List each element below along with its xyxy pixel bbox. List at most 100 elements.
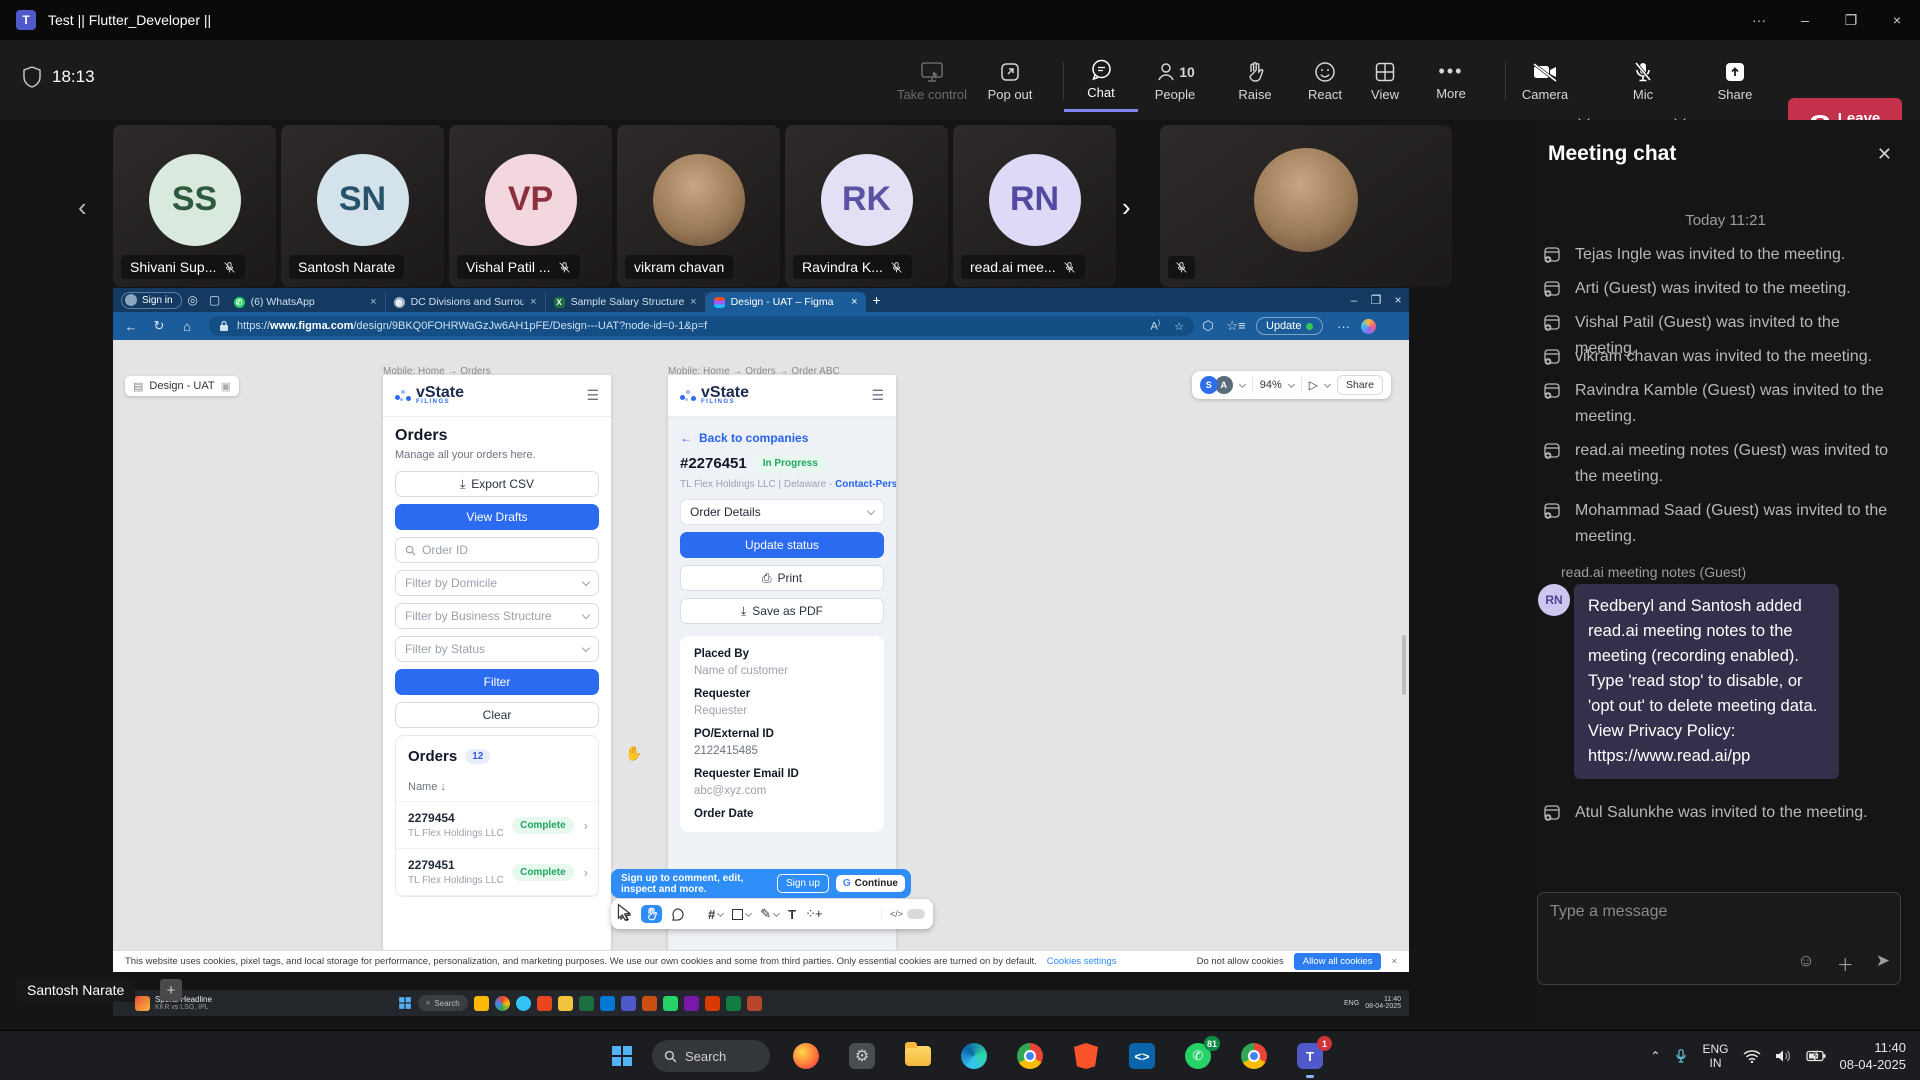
shared-taskbar-app[interactable] [600, 996, 615, 1011]
chat-message-input[interactable] [1550, 903, 1880, 921]
view-drafts-button[interactable]: View Drafts [395, 504, 599, 530]
shared-taskbar-app[interactable] [537, 996, 552, 1011]
shared-taskbar-app[interactable] [621, 996, 636, 1011]
browser-minimize-button[interactable]: – [1343, 293, 1365, 307]
order-row[interactable]: 2279451TL Flex Holdings LLC Complete › [396, 849, 598, 896]
participant-tile[interactable]: SS Shivani Sup... [113, 125, 276, 287]
export-csv-button[interactable]: ⤓Export CSV [395, 471, 599, 497]
tab-close-icon[interactable]: × [851, 296, 857, 308]
taskbar-teams-icon[interactable]: T 1 [1294, 1040, 1326, 1072]
tab-actions-icon[interactable]: ▢ [204, 293, 226, 307]
participant-tile[interactable]: VP Vishal Patil ... [449, 125, 612, 287]
favorites-bar-icon[interactable]: ☆≡ [1222, 318, 1250, 334]
browser-signin-button[interactable]: Sign in [121, 292, 182, 309]
shared-start-icon[interactable] [398, 996, 412, 1010]
name-column-header[interactable]: Name ↓ [396, 775, 598, 802]
shared-search-box[interactable]: ⌕Search [418, 995, 468, 1011]
favorite-star-icon[interactable]: ☆ [1174, 320, 1184, 333]
shared-taskbar-app[interactable] [516, 996, 531, 1011]
shared-taskbar-app[interactable] [474, 996, 489, 1011]
mic-in-use-icon[interactable] [1674, 1047, 1688, 1065]
chevron-down-icon[interactable] [1288, 380, 1295, 387]
browser-menu-icon[interactable]: ··· [1329, 319, 1357, 334]
minimize-button[interactable]: – [1782, 0, 1828, 40]
resources-tool[interactable]: ⁘+ [805, 906, 821, 922]
frame-orders-list[interactable]: vStateFILINGS ☰ Orders Manage all your o… [383, 375, 611, 950]
taskbar-whatsapp-icon[interactable]: ✆ 81 [1182, 1040, 1214, 1072]
shared-taskbar-app[interactable] [579, 996, 594, 1011]
participant-tile[interactable]: RN read.ai mee... [953, 125, 1116, 287]
taskbar-vscode-icon[interactable]: <> [1126, 1040, 1158, 1072]
mic-button[interactable]: Mic [1606, 50, 1680, 112]
browser-update-button[interactable]: Update [1256, 317, 1323, 335]
tab-close-icon[interactable]: × [370, 296, 376, 308]
view-button[interactable]: View [1348, 50, 1422, 112]
zoom-level[interactable]: 94% [1260, 379, 1282, 391]
shared-taskbar-app[interactable] [684, 996, 699, 1011]
raise-button[interactable]: Raise [1218, 50, 1292, 112]
hamburger-icon[interactable]: ☰ [871, 387, 884, 404]
refresh-icon[interactable]: ↻ [145, 318, 173, 334]
home-icon[interactable]: ⌂ [173, 319, 201, 334]
wifi-icon[interactable] [1743, 1049, 1761, 1063]
hamburger-icon[interactable]: ☰ [586, 387, 599, 404]
save-as-pdf-button[interactable]: ⤓Save as PDF [680, 598, 884, 624]
sign-up-button[interactable]: Sign up [777, 874, 829, 893]
share-button[interactable]: Share [1698, 50, 1772, 112]
taskbar-chrome-icon[interactable] [1014, 1040, 1046, 1072]
presenter-add-button[interactable]: + [160, 979, 182, 1001]
shared-system-tray[interactable]: ENG 11:4008-04-2025 [1344, 996, 1401, 1010]
google-continue-button[interactable]: GContinue [836, 875, 905, 892]
speaker-icon[interactable] [1775, 1049, 1792, 1063]
send-icon[interactable]: ➤ [1876, 951, 1890, 976]
cookie-close-icon[interactable]: × [1391, 956, 1397, 967]
taskbar-search-box[interactable]: Search [652, 1040, 770, 1072]
workspaces-icon[interactable]: ◎ [182, 293, 204, 307]
participant-tile[interactable]: RK Ravindra K... [785, 125, 948, 287]
print-button[interactable]: ⎙Print [680, 565, 884, 591]
browser-close-button[interactable]: × [1387, 293, 1409, 307]
shared-taskbar-app[interactable] [558, 996, 573, 1011]
tab-figma-active[interactable]: Design - UAT – Figma× [706, 292, 866, 312]
comment-tool[interactable] [671, 908, 684, 921]
shared-taskbar-app[interactable] [747, 996, 762, 1011]
hand-tool-active[interactable] [641, 905, 662, 923]
clock[interactable]: 11:4008-04-2025 [1840, 1039, 1907, 1073]
attach-plus-icon[interactable]: ＋ [1837, 951, 1854, 976]
participant-tile[interactable] [1160, 125, 1452, 287]
filter-status-select[interactable]: Filter by Status [395, 636, 599, 662]
close-button[interactable]: × [1874, 0, 1920, 40]
shared-taskbar-app[interactable] [705, 996, 720, 1011]
people-button[interactable]: 10 People [1134, 50, 1216, 112]
cookie-settings-link[interactable]: Cookies settings [1047, 956, 1117, 967]
shared-taskbar-app[interactable] [726, 996, 741, 1011]
more-button[interactable]: ••• More [1414, 50, 1488, 112]
shape-tool[interactable] [732, 909, 751, 920]
taskbar-firefox-icon[interactable] [790, 1040, 822, 1072]
deny-cookies-button[interactable]: Do not allow cookies [1197, 956, 1284, 967]
chat-close-icon[interactable]: ✕ [1877, 144, 1892, 165]
read-aloud-icon[interactable]: A) [1150, 320, 1160, 333]
new-tab-button[interactable]: + [866, 292, 888, 308]
tab-salary-sheet[interactable]: X Sample Salary Structure with calc× [546, 292, 706, 312]
filter-button[interactable]: Filter [395, 669, 599, 695]
allow-cookies-button[interactable]: Allow all cookies [1294, 953, 1382, 970]
pop-out-button[interactable]: Pop out [973, 50, 1047, 112]
copilot-icon[interactable] [1361, 319, 1376, 334]
taskbar-edge-icon[interactable] [958, 1040, 990, 1072]
taskbar-chrome-profile-icon[interactable] [1238, 1040, 1270, 1072]
back-icon[interactable]: ← [117, 319, 145, 334]
camera-button[interactable]: Camera [1508, 50, 1582, 112]
taskbar-explorer-icon[interactable] [902, 1040, 934, 1072]
scroll-participants-right-chevron[interactable]: › [1122, 192, 1131, 223]
titlebar-more-icon[interactable]: ··· [1736, 0, 1782, 40]
back-to-companies-link[interactable]: ←Back to companies [680, 431, 884, 445]
figma-file-chip[interactable]: ▤ Design - UAT ▣ [125, 376, 239, 396]
tray-expand-chevron[interactable]: ⌃ [1650, 1049, 1660, 1063]
battery-icon[interactable] [1806, 1050, 1826, 1062]
taskbar-brave-icon[interactable] [1070, 1040, 1102, 1072]
frame-tool[interactable]: # [708, 907, 723, 922]
tab-dc-divisions[interactable]: ◍ DC Divisions and Surroundings× [386, 292, 546, 312]
tab-whatsapp[interactable]: ✆ (6) WhatsApp× [226, 292, 386, 312]
clear-button[interactable]: Clear [395, 702, 599, 728]
